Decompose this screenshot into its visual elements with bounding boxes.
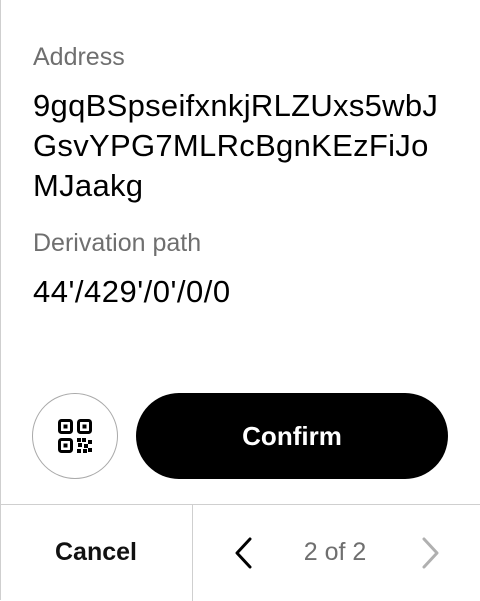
address-value: 9gqBSpseifxnkjRLZUxs5wbJGsvYPG7MLRcBgnKE… [33, 88, 439, 203]
qr-code-icon [58, 419, 92, 453]
show-qr-button[interactable] [32, 393, 118, 479]
footer-bar: Cancel 2 of 2 [0, 504, 480, 601]
cancel-button[interactable]: Cancel [0, 505, 192, 600]
confirm-button[interactable]: Confirm [136, 393, 448, 479]
footer-divider [192, 505, 193, 601]
page-indicator: 2 of 2 [303, 538, 367, 566]
derivation-path-label: Derivation path [33, 229, 202, 257]
address-details: Address 9gqBSpseifxnkjRLZUxs5wbJGsvYPG7M… [33, 42, 463, 312]
address-label: Address [33, 43, 125, 71]
chevron-left-icon [235, 537, 252, 569]
derivation-path-value: 44'/429'/0'/0/0 [33, 274, 231, 309]
next-page-button[interactable] [408, 525, 452, 581]
previous-page-button[interactable] [222, 525, 266, 581]
chevron-right-icon [422, 537, 439, 569]
